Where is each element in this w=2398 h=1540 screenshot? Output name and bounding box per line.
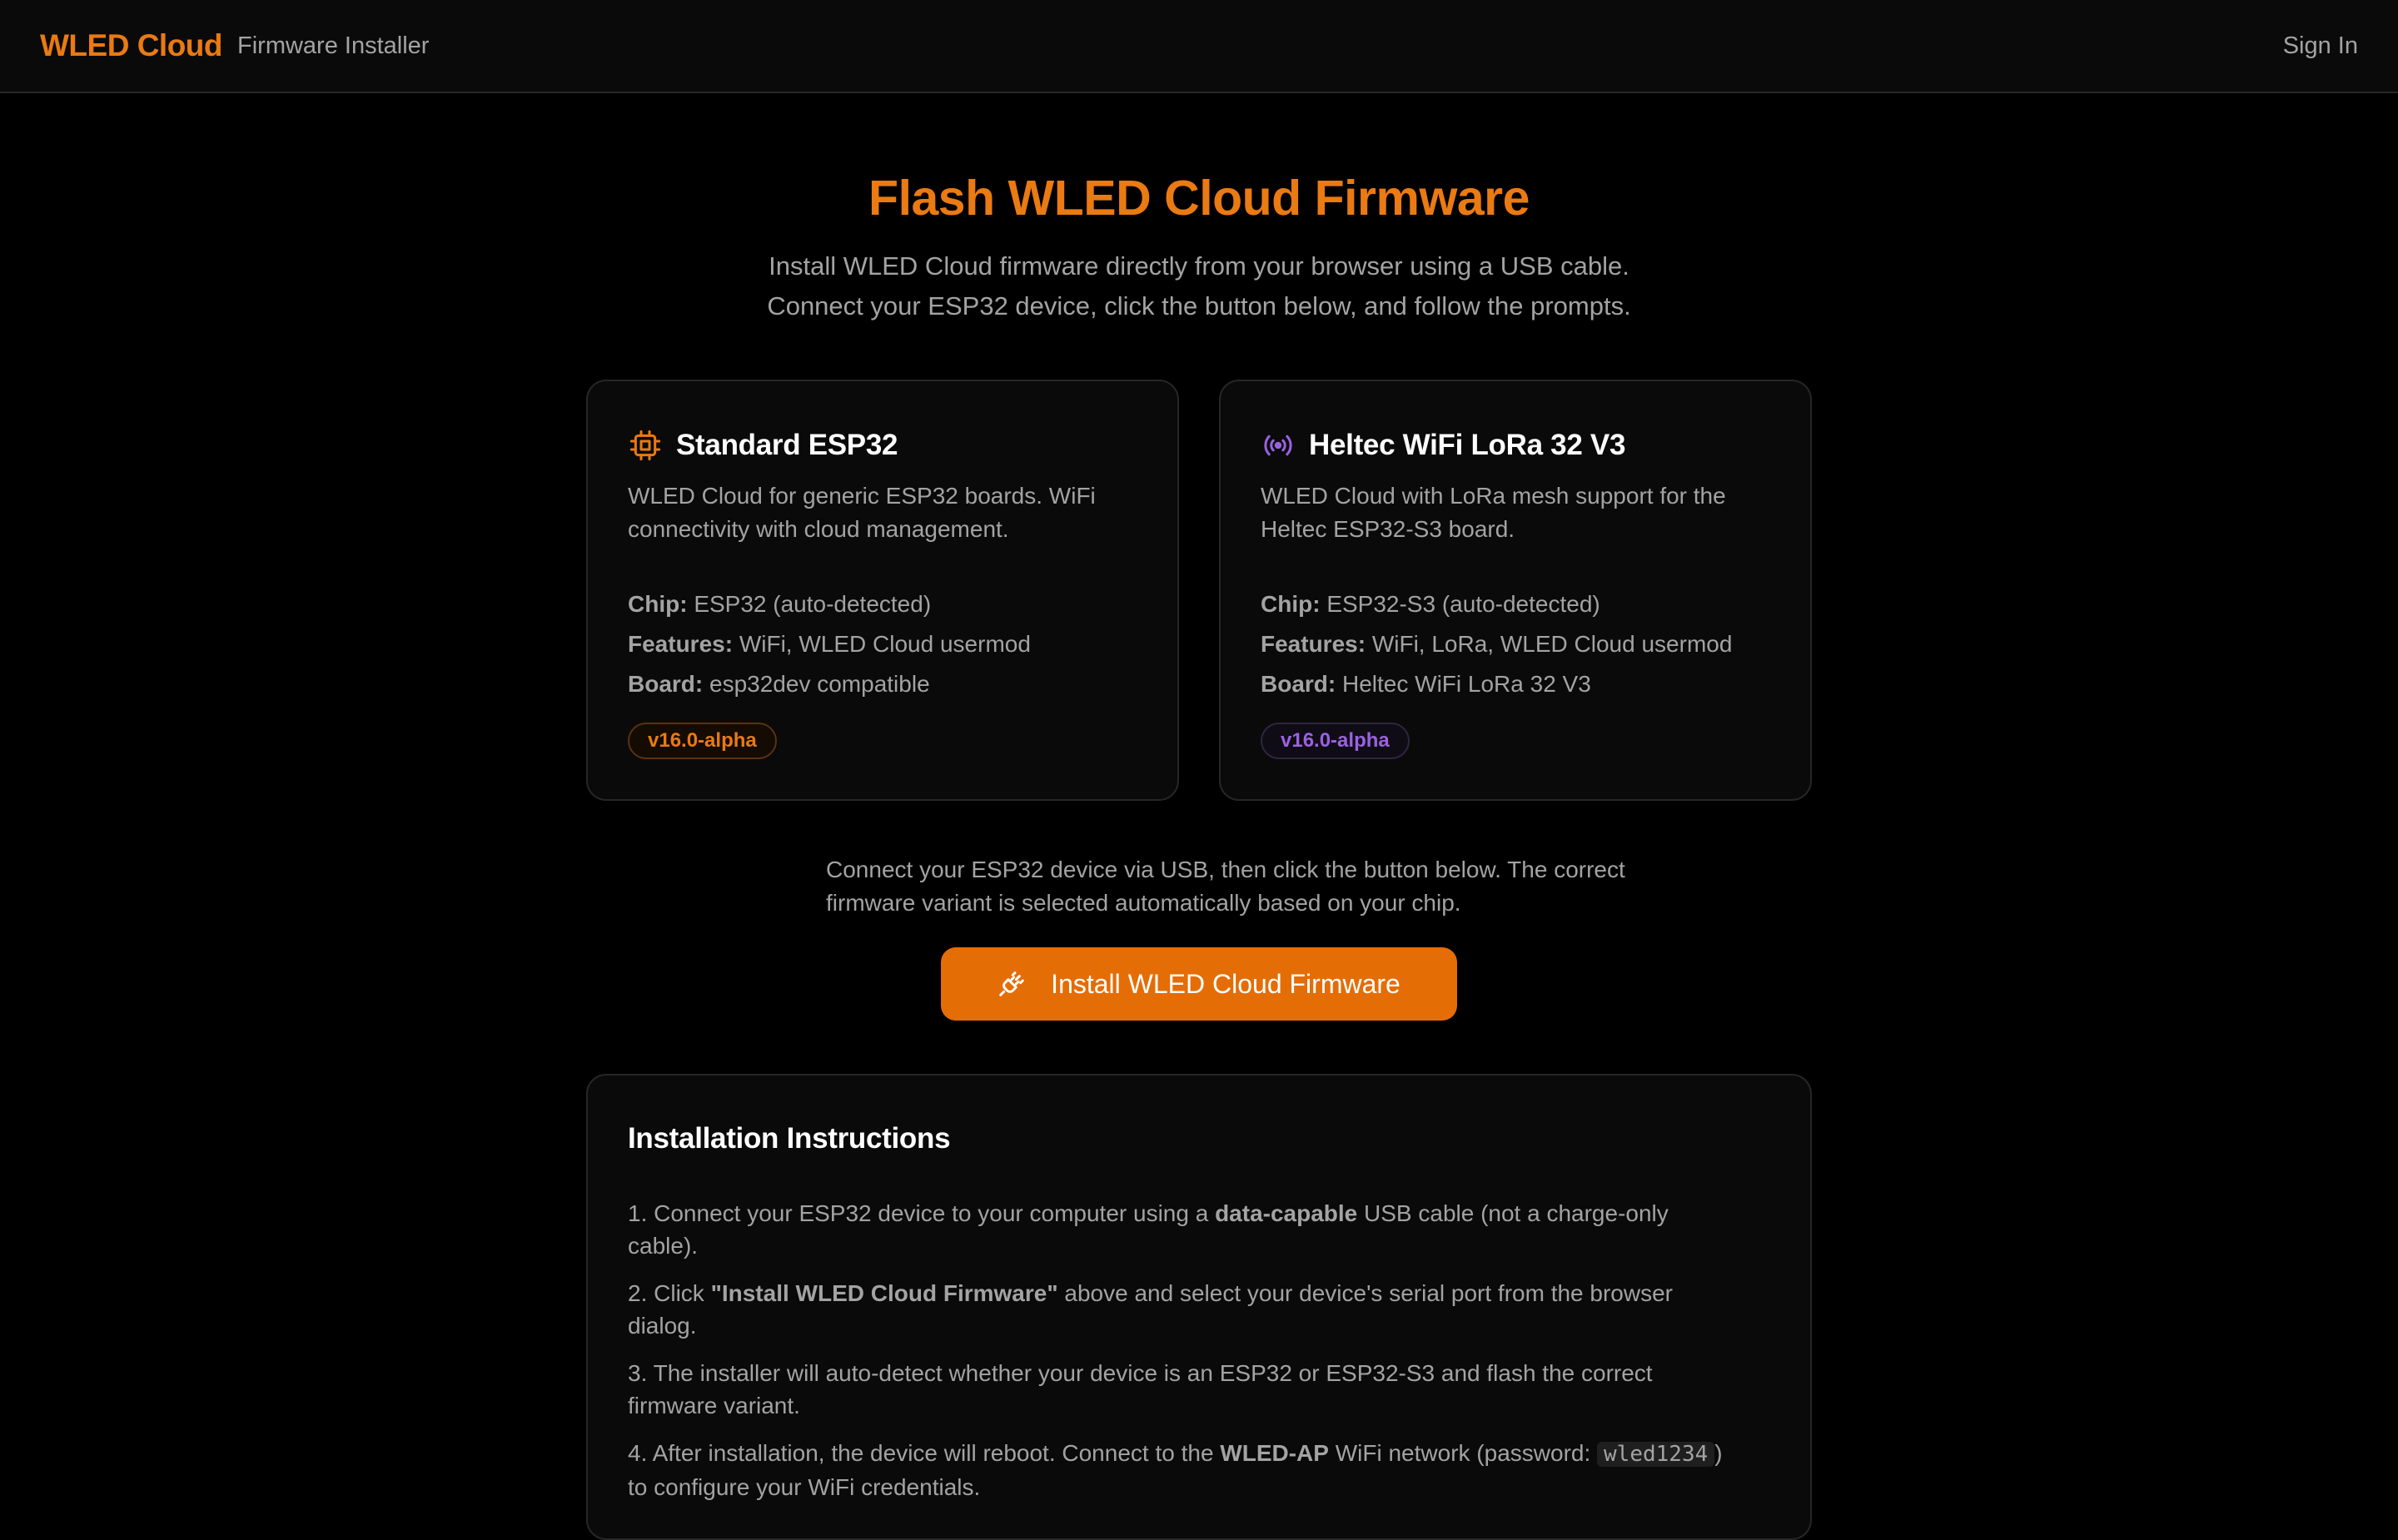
card-specs: Chip: ESP32 (auto-detected) Features: Wi… (628, 584, 1137, 704)
card-specs: Chip: ESP32-S3 (auto-detected) Features:… (1261, 584, 1770, 704)
page-subtitle-line-2: Connect your ESP32 device, click the but… (767, 291, 1631, 320)
firmware-card-heltec-lora: Heltec WiFi LoRa 32 V3 WLED Cloud with L… (1219, 380, 1812, 801)
firmware-card-standard-esp32: Standard ESP32 WLED Cloud for generic ES… (586, 380, 1179, 801)
instruction-step-3: 3. The installer will auto-detect whethe… (628, 1360, 1653, 1418)
version-badge: v16.0-alpha (628, 723, 777, 759)
instructions-list: 1. Connect your ESP32 device to your com… (628, 1197, 1744, 1503)
page-title: Flash WLED Cloud Firmware (868, 171, 1530, 226)
brand-logo[interactable]: WLED Cloud (40, 28, 223, 63)
header-subtitle: Firmware Installer (237, 32, 430, 59)
spec-chip: Chip: ESP32-S3 (auto-detected) (1261, 591, 1600, 617)
spec-board: Board: esp32dev compatible (628, 671, 930, 697)
spec-features: Features: WiFi, WLED Cloud usermod (628, 631, 1031, 657)
usb-connect-note: Connect your ESP32 device via USB, then … (826, 857, 1625, 916)
instruction-step-1: 1. Connect your ESP32 device to your com… (628, 1200, 1669, 1259)
instructions-title: Installation Instructions (628, 1122, 951, 1155)
instruction-step-2: 2. Click "Install WLED Cloud Firmware" a… (628, 1280, 1673, 1339)
spec-features: Features: WiFi, LoRa, WLED Cloud usermod (1261, 631, 1733, 657)
spec-chip: Chip: ESP32 (auto-detected) (628, 591, 932, 617)
card-title: Standard ESP32 (676, 429, 898, 461)
version-badge: v16.0-alpha (1261, 723, 1410, 759)
radio-signal-icon (1261, 428, 1296, 463)
card-title: Heltec WiFi LoRa 32 V3 (1309, 429, 1626, 461)
card-description: WLED Cloud for generic ESP32 boards. WiF… (628, 483, 1096, 542)
installation-instructions-panel: Installation Instructions 1. Connect you… (586, 1074, 1812, 1540)
top-header: WLED Cloud Firmware Installer Sign In (0, 0, 2398, 93)
chip-icon (628, 428, 663, 463)
wifi-password-code: wled1234 (1597, 1442, 1715, 1467)
instruction-step-4: 4. After installation, the device will r… (628, 1440, 1723, 1500)
page-subtitle: Install WLED Cloud firmware directly fro… (0, 246, 2398, 326)
page-subtitle-line-1: Install WLED Cloud firmware directly fro… (769, 251, 1629, 281)
plug-icon (998, 970, 1026, 998)
spec-board: Board: Heltec WiFi LoRa 32 V3 (1261, 671, 1591, 697)
sign-in-link[interactable]: Sign In (2283, 32, 2358, 60)
card-description: WLED Cloud with LoRa mesh support for th… (1261, 483, 1726, 542)
install-button-label: Install WLED Cloud Firmware (1051, 968, 1400, 999)
install-firmware-button[interactable]: Install WLED Cloud Firmware (941, 947, 1457, 1021)
